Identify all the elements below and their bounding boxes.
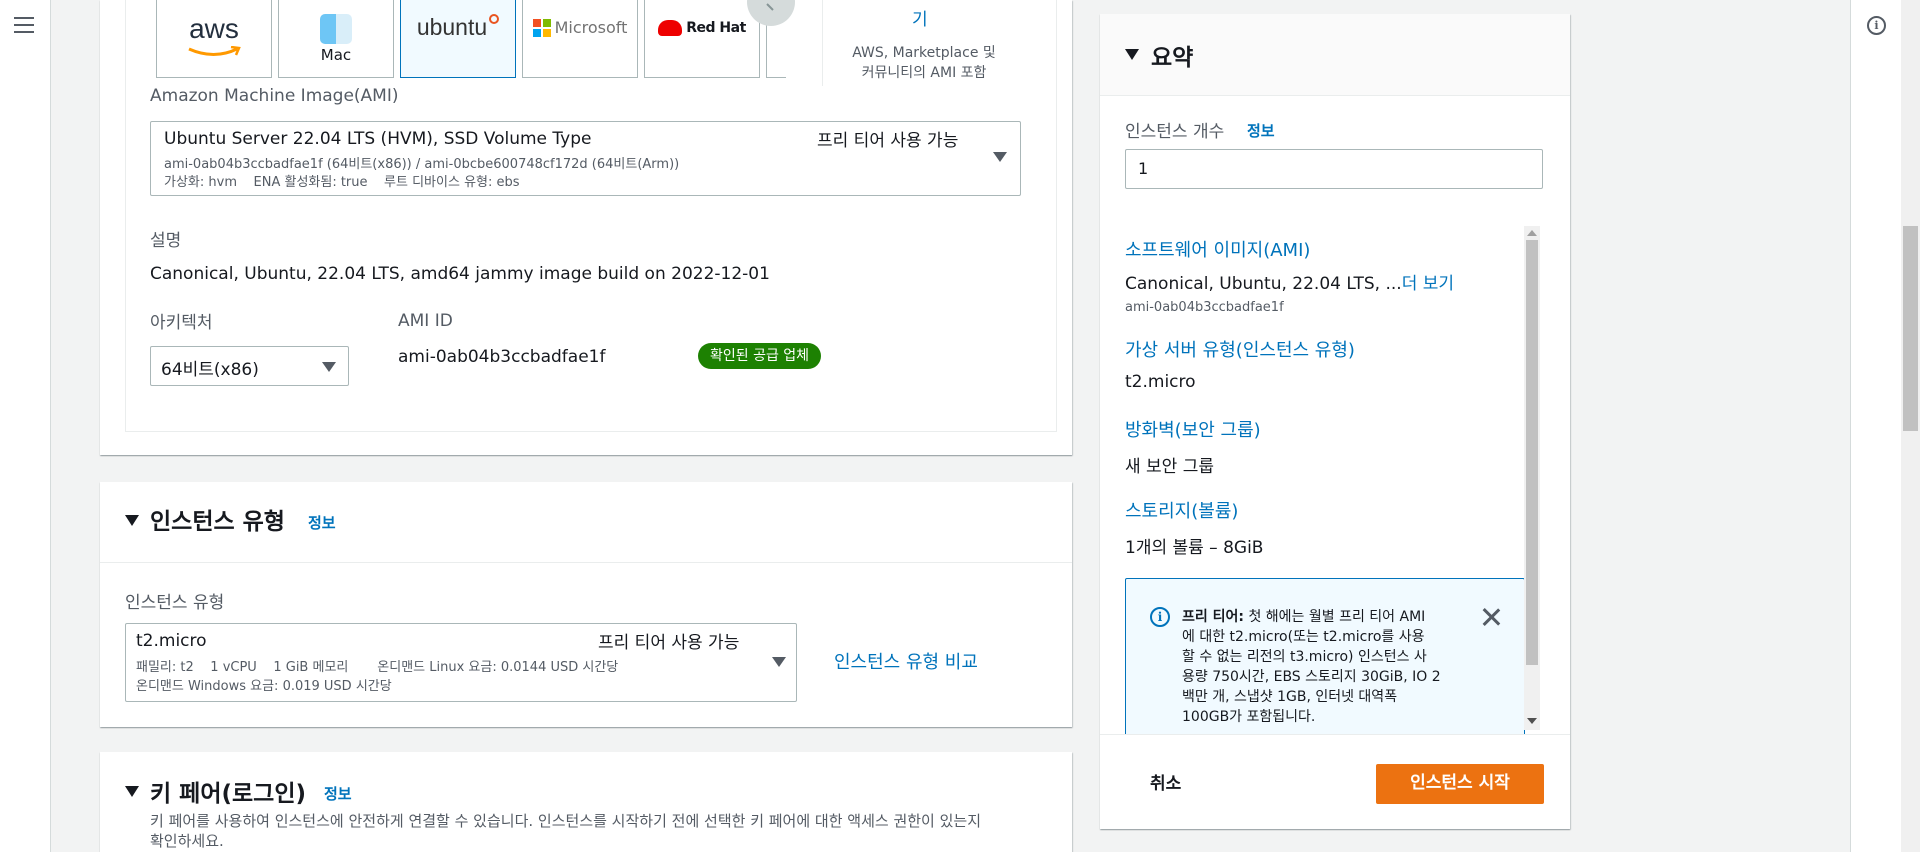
instance-type-select[interactable]: t2.micro 프리 티어 사용 가능 패밀리: t2 1 vCPU 1 Gi…: [125, 623, 797, 702]
free-tier-alert-text: 프리 티어: 첫 해에는 월별 프리 티어 AMI 에 대한 t2.micro(…: [1182, 607, 1472, 727]
microsoft-logo-icon: [532, 18, 551, 37]
instance-details-line2: 온디맨드 Windows 요금: 0.019 USD 시간당: [136, 679, 392, 694]
summary-scrollbar-thumb[interactable]: [1526, 240, 1538, 665]
key-pair-desc-line2: 확인하세요.: [150, 832, 224, 850]
scroll-up-icon[interactable]: [1527, 230, 1537, 236]
expand-triangle-icon[interactable]: [125, 786, 139, 797]
browse-note-line2: 커뮤니티의 AMI 포함: [861, 65, 987, 81]
scroll-down-icon[interactable]: [1527, 718, 1537, 724]
caret-down-icon: [993, 152, 1007, 162]
key-pair-desc-line1: 키 페어를 사용하여 인스턴스에 안전하게 연결할 수 있습니다. 인스턴스를 …: [150, 812, 982, 830]
left-nav-rail: [0, 0, 51, 852]
microsoft-label: Microsoft: [554, 18, 628, 37]
instance-type-panel: 인스턴스 유형 정보 인스턴스 유형 t2.micro 프리 티어 사용 가능 …: [100, 482, 1072, 727]
ubuntu-circle-icon: [489, 13, 500, 24]
redhat-label: Red Hat: [686, 19, 746, 36]
finder-icon: [320, 13, 352, 44]
summary-firewall-link[interactable]: 방화벽(보안 그룹): [1125, 416, 1261, 442]
ami-panel: aws Mac ubuntu Microsoft Red Hat 기 AWS, …: [100, 0, 1072, 455]
instance-type-field-label: 인스턴스 유형: [125, 593, 225, 613]
launch-instance-button[interactable]: 인스턴스 시작: [1376, 764, 1544, 804]
instance-count-info-link[interactable]: 정보: [1247, 120, 1275, 141]
free-tier-alert: i 프리 티어: 첫 해에는 월별 프리 티어 AMI 에 대한 t2.micr…: [1125, 578, 1525, 734]
ami-tile-microsoft[interactable]: Microsoft: [522, 0, 638, 78]
alert-line: 백만 개, 스냅샷 1GB, 인터넷 대역폭: [1182, 689, 1398, 705]
arch-label: 아키텍처: [150, 313, 213, 333]
mac-label: Mac: [320, 45, 352, 64]
redhat-hat-icon: [658, 19, 683, 36]
ami-free-tier-label: 프리 티어 사용 가능: [817, 131, 959, 151]
summary-ami-value: Canonical, Ubuntu, 22.04 LTS, ...더 보기: [1125, 269, 1454, 294]
instance-type-title: 인스턴스 유형: [150, 509, 285, 535]
info-icon: i: [1150, 607, 1170, 627]
ami-ids-line: ami-0ab04b3ccbadfae1f (64비트(x86)) / ami-…: [164, 157, 680, 172]
summary-storage-link[interactable]: 스토리지(볼륨): [1125, 497, 1238, 523]
summary-storage-value: 1개의 볼륨 – 8GiB: [1125, 538, 1264, 558]
ami-label: Amazon Machine Image(AMI): [150, 86, 399, 106]
alert-line: 100GB가 포함됩니다.: [1182, 709, 1316, 725]
alert-line: 할 수 없는 리전의 t3.micro) 인스턴스 사: [1182, 649, 1427, 665]
key-pair-panel: 키 페어(로그인) 정보 키 페어를 사용하여 인스턴스에 안전하게 연결할 수…: [100, 752, 1072, 852]
aws-logo-text: aws: [189, 13, 239, 44]
alert-line: 용량 750시간, EBS 스토리지 30GiB, IO 2: [1182, 669, 1441, 685]
alert-line: 에 대한 t2.micro(또는 t2.micro를 사용: [1182, 629, 1425, 645]
alert-line: 첫 해에는 월별 프리 티어 AMI: [1244, 609, 1426, 625]
summary-type-link[interactable]: 가상 서버 유형(인스턴스 유형): [1125, 336, 1355, 362]
key-pair-title: 키 페어(로그인): [150, 781, 306, 807]
divider: [822, 0, 823, 86]
instance-count-input[interactable]: 1: [1125, 149, 1543, 189]
browse-note-line1: AWS, Marketplace 및: [852, 45, 996, 61]
summary-ami-link[interactable]: 소프트웨어 이미지(AMI): [1125, 236, 1310, 262]
summary-type-value: t2.micro: [1125, 372, 1196, 392]
aws-smile-icon: [188, 45, 241, 56]
verified-provider-badge: 확인된 공급 업체: [698, 343, 822, 369]
alert-bold-text: 프리 티어:: [1182, 609, 1244, 625]
summary-panel: 요약 인스턴스 개수 정보 1 소프트웨어 이미지(AMI) Canonical…: [1100, 14, 1570, 829]
ami-attrs-line: 가상화: hvm ENA 활성화됨: true 루트 디바이스 유형: ebs: [164, 175, 520, 190]
page-scrollbar-thumb[interactable]: [1903, 226, 1918, 431]
instance-free-tier-label: 프리 티어 사용 가능: [598, 633, 740, 653]
ami-tile-aws[interactable]: aws: [156, 0, 272, 78]
expand-triangle-icon[interactable]: [125, 515, 139, 526]
instance-type-selected: t2.micro: [136, 631, 207, 651]
tiles-next-button[interactable]: [747, 0, 795, 26]
instance-details-line1: 패밀리: t2 1 vCPU 1 GiB 메모리 온디맨드 Linux 요금: …: [136, 660, 619, 675]
summary-title: 요약: [1151, 45, 1194, 71]
summary-ami-more-link[interactable]: 더 보기: [1402, 274, 1454, 294]
summary-scrollbar[interactable]: [1524, 226, 1540, 730]
arch-select[interactable]: 64비트(x86): [150, 346, 349, 386]
close-icon[interactable]: [1481, 607, 1501, 627]
cancel-button[interactable]: 취소: [1150, 769, 1181, 794]
key-pair-info-link[interactable]: 정보: [324, 783, 352, 804]
page-scrollbar[interactable]: [1901, 0, 1920, 852]
expand-triangle-icon[interactable]: [1125, 49, 1139, 60]
instance-type-info-link[interactable]: 정보: [308, 512, 336, 533]
ami-selected-name: Ubuntu Server 22.04 LTS (HVM), SSD Volum…: [164, 129, 592, 149]
summary-scroll-area: 소프트웨어 이미지(AMI) Canonical, Ubuntu, 22.04 …: [1125, 224, 1543, 734]
ami-tile-mac[interactable]: Mac: [278, 0, 394, 78]
caret-down-icon: [322, 362, 336, 372]
ami-id-value: ami-0ab04b3ccbadfae1f: [398, 347, 606, 367]
desc-label: 설명: [150, 231, 182, 251]
summary-firewall-value: 새 보안 그룹: [1125, 457, 1215, 477]
chevron-right-icon: [766, 3, 774, 11]
divider: [1100, 734, 1570, 735]
summary-ami-id: ami-0ab04b3ccbadfae1f: [1125, 300, 1284, 315]
ami-tile-redhat[interactable]: Red Hat: [644, 0, 760, 78]
hamburger-icon[interactable]: [14, 17, 34, 35]
tools-rail: i: [1850, 0, 1901, 852]
compare-instance-types-link[interactable]: 인스턴스 유형 비교: [834, 648, 978, 674]
summary-ami-text: Canonical, Ubuntu, 22.04 LTS, ...: [1125, 274, 1402, 294]
ami-id-label: AMI ID: [398, 311, 453, 331]
desc-value: Canonical, Ubuntu, 22.04 LTS, amd64 jamm…: [150, 264, 770, 284]
browse-more-ami-link[interactable]: 기: [912, 5, 928, 30]
divider: [100, 562, 1072, 563]
arch-value: 64비트(x86): [161, 360, 259, 380]
info-icon[interactable]: i: [1867, 16, 1886, 35]
caret-down-icon: [772, 657, 786, 667]
ubuntu-logo-text: ubuntu: [416, 14, 488, 40]
ami-tile-ubuntu[interactable]: ubuntu: [400, 0, 516, 78]
instance-count-label: 인스턴스 개수: [1125, 122, 1225, 142]
ami-select[interactable]: Ubuntu Server 22.04 LTS (HVM), SSD Volum…: [150, 121, 1021, 196]
